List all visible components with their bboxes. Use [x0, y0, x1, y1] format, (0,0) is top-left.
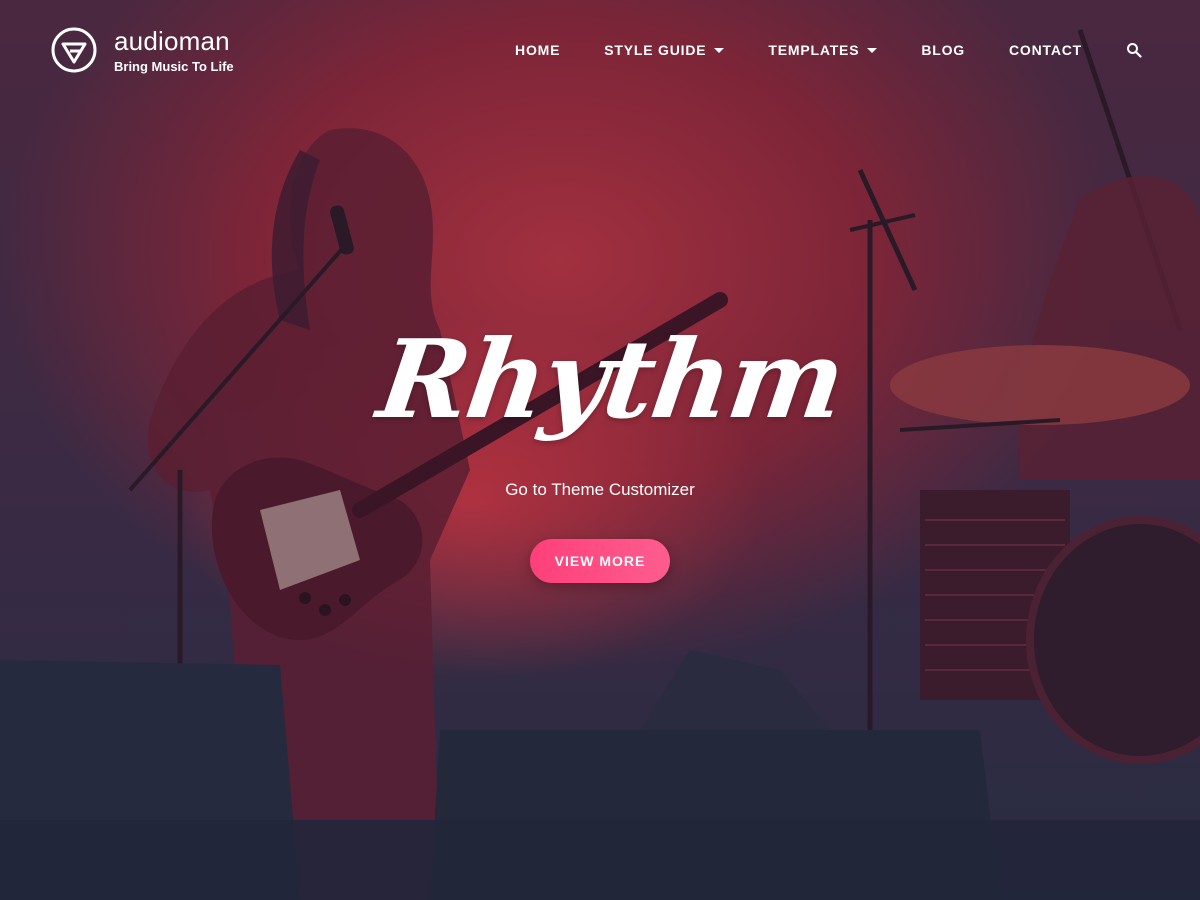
nav-item-style-guide[interactable]: STYLE GUIDE [604, 40, 725, 60]
hero-banner: audioman Bring Music To Life HOME STYLE … [0, 0, 1200, 900]
nav-item-blog[interactable]: BLOG [921, 40, 965, 60]
nav-item-label: TEMPLATES [768, 42, 860, 58]
triangle-play-circle-icon [51, 27, 97, 73]
search-icon[interactable] [1126, 42, 1142, 58]
hero-title: Rhythm [371, 317, 851, 443]
site-title[interactable]: audioman [114, 27, 234, 55]
nav-item-templates[interactable]: TEMPLATES [768, 40, 878, 60]
caret-down-icon [867, 47, 878, 53]
nav-item-label: BLOG [921, 42, 965, 58]
site-tagline: Bring Music To Life [114, 58, 234, 74]
main-navigation: HOME STYLE GUIDE TEMPLATES BLOG CONTACT [515, 40, 1142, 60]
caret-down-icon [714, 47, 725, 53]
view-more-button[interactable]: VIEW MORE [530, 539, 670, 583]
nav-item-label: STYLE GUIDE [604, 42, 707, 58]
hero-subtitle[interactable]: Go to Theme Customizer [400, 480, 800, 500]
nav-item-contact[interactable]: CONTACT [1009, 40, 1082, 60]
site-logo[interactable]: audioman Bring Music To Life [50, 26, 234, 74]
nav-item-label: CONTACT [1009, 42, 1082, 58]
brand-text: audioman Bring Music To Life [114, 27, 234, 74]
nav-item-home[interactable]: HOME [515, 40, 560, 60]
nav-item-label: HOME [515, 42, 561, 58]
